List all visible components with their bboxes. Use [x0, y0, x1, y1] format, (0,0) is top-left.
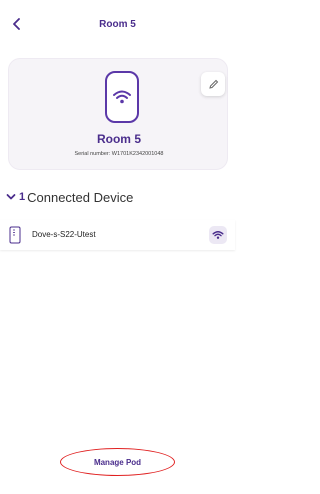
chevron-left-icon [13, 18, 20, 30]
connected-devices-toggle[interactable]: 1 Connected Device [6, 188, 133, 206]
manage-pod-area: Manage Pod [60, 448, 175, 476]
pod-name: Room 5 [96, 132, 141, 146]
wifi-icon [113, 90, 131, 104]
pencil-icon [208, 79, 218, 89]
wifi-icon [212, 230, 224, 239]
device-name: Dove-s-S22-Utest [32, 230, 96, 239]
page-title: Room 5 [99, 18, 136, 30]
device-signal [209, 226, 227, 244]
manage-pod-button[interactable]: Manage Pod [94, 458, 141, 467]
pod-device-icon [105, 71, 139, 123]
chevron-down-icon [6, 191, 18, 203]
section-title: Connected Device [27, 189, 134, 205]
top-bar: Room 5 [0, 0, 235, 48]
back-button[interactable] [8, 15, 26, 33]
pod-card: Room 5 Serial number: W1701K2342001048 [8, 58, 228, 170]
device-count: 1 [19, 191, 26, 203]
edit-button[interactable] [201, 72, 225, 96]
serial-number: Serial number: W1701K2342001048 [74, 151, 164, 157]
list-item[interactable]: Dove-s-S22-Utest [0, 220, 235, 250]
phone-icon [9, 226, 21, 244]
